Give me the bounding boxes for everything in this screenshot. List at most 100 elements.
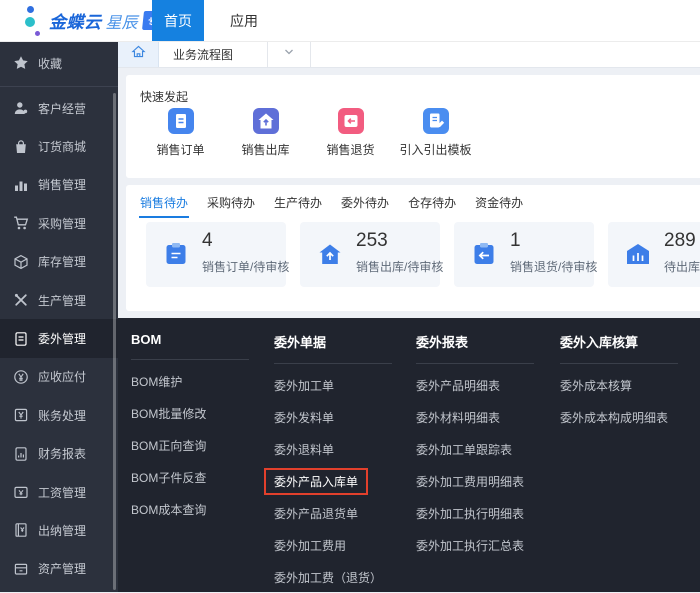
todo-tab[interactable]: 生产待办 xyxy=(273,185,323,218)
megamenu-item[interactable]: 委外产品明细表 xyxy=(416,369,552,401)
todo-stat-card[interactable]: 4 销售订单/待审核 xyxy=(146,222,286,287)
clipboard-left-icon xyxy=(470,240,498,268)
workspace-tab-business-flow[interactable]: 业务流程图 xyxy=(159,41,268,67)
sidebar-item-label: 生产管理 xyxy=(38,292,86,309)
todo-stat-row: 4 销售订单/待审核 253 销售出库/待审核 1 销售退货/待审核 289 待… xyxy=(146,222,700,287)
sidebar-item-label: 资产管理 xyxy=(38,560,86,577)
doc-edit-icon xyxy=(423,108,449,134)
top-tab[interactable]: 首页 xyxy=(152,0,204,41)
sidebar-scrollbar[interactable] xyxy=(113,93,116,590)
megamenu-column-title: BOM xyxy=(131,332,267,347)
sidebar-item[interactable]: 收藏 xyxy=(0,41,118,85)
cart-icon xyxy=(13,215,29,231)
menu-item-label: 委外发料单 xyxy=(274,409,334,426)
quick-launch-item[interactable]: 销售退货 xyxy=(308,108,393,158)
brand-name: 金蝶云 xyxy=(49,8,102,33)
megamenu-item[interactable]: 委外加工费（退货） xyxy=(274,561,410,593)
megamenu-divider xyxy=(274,363,392,364)
todo-tab[interactable]: 采购待办 xyxy=(206,185,256,218)
megamenu-item[interactable]: 委外发料单 xyxy=(274,401,410,433)
todo-stat-card[interactable]: 1 销售退货/待审核 xyxy=(454,222,594,287)
sidebar-item[interactable]: 销售管理 xyxy=(0,166,118,204)
megamenu-divider xyxy=(560,363,678,364)
drawer-icon xyxy=(13,561,29,577)
quick-launch-label: 引入引出模板 xyxy=(399,141,471,158)
sidebar-item[interactable]: 资产管理 xyxy=(0,550,118,588)
megamenu-item[interactable]: 委外加工单跟踪表 xyxy=(416,433,552,465)
star-icon xyxy=(13,55,29,71)
sidebar-item-label: 应收应付 xyxy=(38,368,86,385)
sidebar-item[interactable]: 财务报表 xyxy=(0,435,118,473)
menu-item-label: 委外材料明细表 xyxy=(416,409,500,426)
outsourcing-megamenu: BOM BOM维护BOM批量修改BOM正向查询BOM子件反查BOM成本查询委外单… xyxy=(118,318,700,592)
person-icon xyxy=(13,100,29,116)
megamenu-item-list: 委外成本核算委外成本构成明细表 xyxy=(560,369,696,433)
sidebar-item-label: 采购管理 xyxy=(38,215,86,232)
sidebar-item-label: 库存管理 xyxy=(38,253,86,270)
app-header: 金蝶云 星辰 专业版 首页应用 xyxy=(0,0,700,42)
box-left-icon xyxy=(338,108,364,134)
todo-tab[interactable]: 仓存待办 xyxy=(407,185,457,218)
sidebar-item[interactable]: 应收应付 xyxy=(0,358,118,396)
megamenu-item[interactable]: 委外产品入库单 xyxy=(274,465,410,497)
megamenu-item[interactable]: 委外加工费用 xyxy=(274,529,410,561)
megamenu-item[interactable]: 委外材料明细表 xyxy=(416,401,552,433)
menu-item-label: 委外产品明细表 xyxy=(416,377,500,394)
megamenu-item[interactable]: BOM成本查询 xyxy=(131,493,267,525)
quick-launch-panel: 快速发起 销售订单销售出库销售退货引入引出模板 xyxy=(126,75,700,178)
sidebar-item-label: 工资管理 xyxy=(38,484,86,501)
megamenu-item[interactable]: BOM子件反查 xyxy=(131,461,267,493)
megamenu-item-list: BOM维护 BOM批量修改BOM正向查询BOM子件反查BOM成本查询 xyxy=(131,365,267,525)
sidebar-item-label: 委外管理 xyxy=(38,330,86,347)
todo-tab[interactable]: 委外待办 xyxy=(340,185,390,218)
todo-stat-card[interactable]: 289 待出库 xyxy=(608,222,700,287)
todo-tabs: 销售待办采购待办生产待办委外待办仓存待办资金待办 xyxy=(139,185,524,218)
stat-label: 待出库 xyxy=(664,258,700,275)
megamenu-item[interactable]: 委外产品退货单 xyxy=(274,497,410,529)
quick-launch-item[interactable]: 销售订单 xyxy=(138,108,223,158)
megamenu-item[interactable]: BOM正向查询 xyxy=(131,429,267,461)
top-nav: 首页应用 xyxy=(152,0,270,41)
sidebar-item[interactable]: 订货商城 xyxy=(0,127,118,165)
megamenu-item[interactable]: BOM批量修改 xyxy=(131,397,267,429)
megamenu-item[interactable]: BOM维护 xyxy=(131,365,267,397)
megamenu-item[interactable]: 委外退料单 xyxy=(274,433,410,465)
cube-icon xyxy=(13,254,29,270)
warehouse-bars-icon xyxy=(624,240,652,268)
todo-tab[interactable]: 销售待办 xyxy=(139,185,189,218)
megamenu-item[interactable]: 委外成本构成明细表 xyxy=(560,401,696,433)
megamenu-item[interactable]: 委外加工执行汇总表 xyxy=(416,529,552,561)
megamenu-column: 委外入库核算 委外成本核算委外成本构成明细表 xyxy=(560,332,696,433)
megamenu-item[interactable]: 委外加工执行明细表 xyxy=(416,497,552,529)
sidebar-item[interactable]: 委外管理 xyxy=(0,319,118,357)
menu-item-label: 委外加工费（退货） xyxy=(274,569,382,586)
todo-stat-card[interactable]: 253 销售出库/待审核 xyxy=(300,222,440,287)
sidebar-item[interactable]: 工资管理 xyxy=(0,473,118,511)
report-icon xyxy=(13,446,29,462)
sidebar-item[interactable]: 账务处理 xyxy=(0,396,118,434)
home-icon xyxy=(131,44,146,64)
quick-launch-item[interactable]: 引入引出模板 xyxy=(393,108,478,158)
menu-item-label: BOM维护 xyxy=(131,373,182,390)
menu-item-label: 委外退料单 xyxy=(274,441,334,458)
todo-tab[interactable]: 资金待办 xyxy=(474,185,524,218)
megamenu-item[interactable]: 委外成本核算 xyxy=(560,369,696,401)
menu-item-label: 委外加工单 xyxy=(274,377,334,394)
quick-launch-label: 销售订单 xyxy=(156,141,204,158)
megamenu-item[interactable]: 委外加工费用明细表 xyxy=(416,465,552,497)
megamenu-column-title: 委外报表 xyxy=(416,332,552,351)
sidebar-item[interactable]: 采购管理 xyxy=(0,204,118,242)
menu-item-label: 委外加工费用明细表 xyxy=(416,473,524,490)
sidebar-item-label: 收藏 xyxy=(38,55,62,72)
tab-dropdown-button[interactable] xyxy=(268,41,311,67)
sidebar-item[interactable]: 出纳管理 xyxy=(0,511,118,549)
home-tab-button[interactable] xyxy=(118,41,159,67)
top-tab[interactable]: 应用 xyxy=(218,0,270,41)
megamenu-item[interactable]: 委外加工单 xyxy=(274,369,410,401)
sidebar-item[interactable]: 库存管理 xyxy=(0,243,118,281)
sidebar-item[interactable]: 客户经营 xyxy=(0,89,118,127)
sidebar-item[interactable]: 生产管理 xyxy=(0,281,118,319)
stat-label: 销售订单/待审核 xyxy=(202,258,289,275)
house-up-stat-icon xyxy=(316,240,344,268)
quick-launch-item[interactable]: 销售出库 xyxy=(223,108,308,158)
